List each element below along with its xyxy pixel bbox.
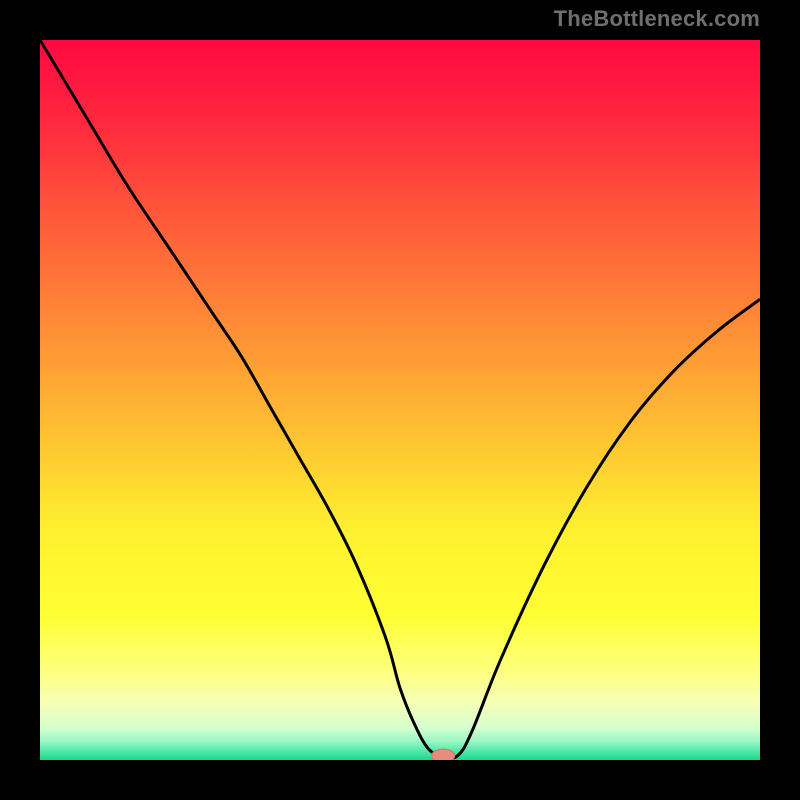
watermark-text: TheBottleneck.com [554, 6, 760, 32]
gradient-rect [40, 40, 760, 760]
plot-svg [40, 40, 760, 760]
plot-area [40, 40, 760, 760]
chart-stage: TheBottleneck.com [0, 0, 800, 800]
optimum-marker [432, 749, 455, 760]
